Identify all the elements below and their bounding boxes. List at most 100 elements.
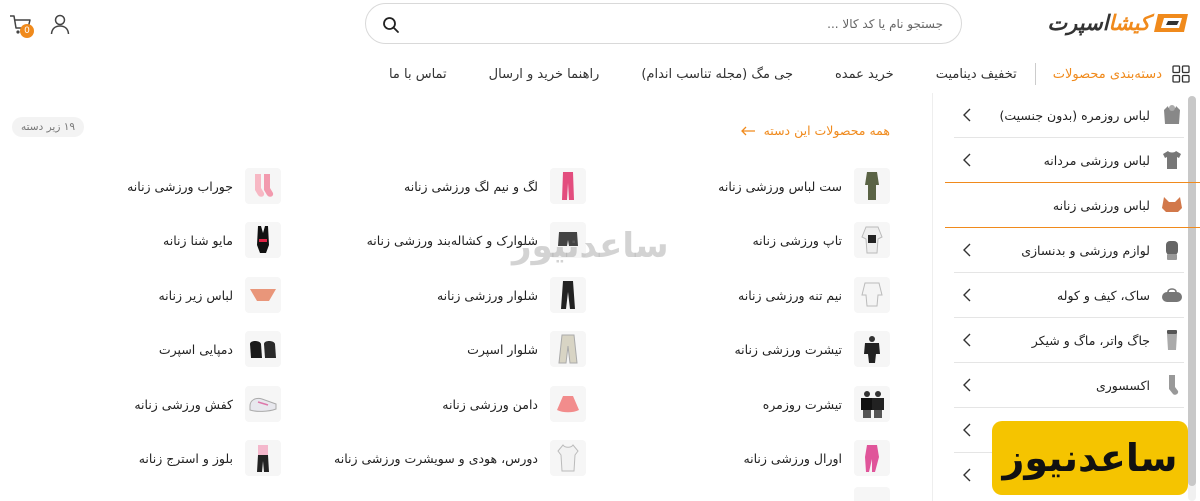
chevron-placeholder — [962, 198, 972, 212]
logo-text-rest: اسپرت — [1047, 11, 1109, 35]
subcategory-label: جوراب ورزشی زنانه — [127, 178, 233, 194]
arrow-left-icon — [740, 126, 755, 135]
product-thumbnail — [854, 440, 890, 476]
product-thumbnail — [854, 386, 890, 422]
subcategory-item[interactable]: دامن ورزشی زنانه — [442, 385, 586, 423]
sidebar-item-men[interactable]: لباس ورزشی مردانه — [954, 138, 1184, 182]
sports-bra-icon — [1160, 193, 1184, 217]
product-thumbnail — [854, 168, 890, 204]
sidebar-item-label: جاگ واتر، ماگ و شیکر — [1031, 332, 1150, 348]
site-logo[interactable]: کیشااسپرت — [1000, 8, 1190, 38]
subcategory-label: اورال ورزشی زنانه — [743, 450, 842, 466]
subcategory-label: ست لباس ورزشی زنانه — [718, 178, 842, 194]
product-thumbnail — [245, 168, 281, 204]
product-thumbnail — [550, 331, 586, 367]
subcategory-item[interactable]: تیشرت روزمره — [763, 385, 890, 423]
product-thumbnail — [245, 222, 281, 258]
subcategory-item[interactable]: دمپایی اسپرت — [159, 330, 281, 368]
subcategory-count-badge: ۱۹ زیر دسته — [12, 117, 85, 137]
product-thumbnail — [550, 168, 586, 204]
subcategory-item[interactable]: شلوار اسپرت — [467, 330, 586, 368]
glove-icon — [1160, 238, 1184, 262]
sidebar-item-label: لباس روزمره (بدون جنسیت) — [999, 107, 1150, 123]
product-thumbnail — [245, 331, 281, 367]
subcategory-item[interactable]: دورس، هودی و سویشرت ورزشی زنانه — [334, 439, 586, 477]
subcategory-item[interactable]: لگ و نیم لگ ورزشی زنانه — [404, 167, 586, 205]
tshirt-icon — [1160, 148, 1184, 172]
user-account-icon[interactable] — [49, 13, 71, 35]
subcategory-label: بلوز و استرج زنانه — [138, 450, 233, 466]
main-nav: دسته‌بندی محصولات تخفیف دینامیت خرید عمد… — [347, 62, 1190, 86]
watermark-logo-text: ساعدنیوز — [1002, 436, 1178, 480]
sidebar-item-shakers[interactable]: جاگ واتر، ماگ و شیکر — [954, 318, 1184, 362]
sidebar-item-label: ساک، کیف و کوله — [1056, 287, 1150, 303]
subcategory-item[interactable]: نیم تنه ورزشی زنانه — [738, 276, 890, 314]
hoodie-icon — [1160, 103, 1184, 127]
chevron-left-icon — [963, 333, 971, 347]
sidebar-item-label: لباس ورزشی زنانه — [1052, 197, 1150, 213]
search-bar[interactable] — [365, 3, 962, 44]
product-thumbnail — [550, 277, 586, 313]
subcategory-item[interactable] — [842, 486, 890, 501]
subcategory-label: شلوار ورزشی زنانه — [436, 287, 538, 303]
nav-link-jmag[interactable]: جی مگ (مجله تناسب اندام) — [641, 67, 793, 82]
product-thumbnail — [245, 277, 281, 313]
subcategory-item[interactable]: اورال ورزشی زنانه — [743, 439, 890, 477]
subcategory-label: کفش ورزشی زنانه — [134, 396, 233, 412]
sidebar-item-label: لوازم ورزشی و بدنسازی — [1021, 242, 1150, 258]
subcategory-label: تاپ ورزشی زنانه — [752, 232, 842, 248]
subcategory-item[interactable]: تیشرت ورزشی زنانه — [734, 330, 890, 368]
sidebar-item-women[interactable]: لباس ورزشی زنانه — [954, 183, 1184, 227]
chevron-left-icon — [963, 153, 971, 167]
search-input[interactable] — [423, 13, 943, 35]
subcategory-item[interactable]: کفش ورزشی زنانه — [134, 385, 281, 423]
chevron-left-icon — [963, 423, 971, 437]
cart-count-badge: 0 — [20, 24, 34, 38]
all-products-label: همه محصولات این دسته — [763, 123, 890, 138]
sock-icon — [1160, 373, 1184, 397]
subcategory-item[interactable]: مایو شنا زنانه — [163, 221, 281, 259]
chevron-left-icon — [963, 378, 971, 392]
product-thumbnail — [854, 222, 890, 258]
bag-icon — [1160, 283, 1184, 307]
nav-link-dynamite-discount[interactable]: تخفیف دینامیت — [936, 67, 1017, 82]
product-thumbnail — [245, 440, 281, 476]
subcategory-label: مایو شنا زنانه — [163, 232, 233, 248]
chevron-left-icon — [963, 468, 971, 482]
nav-categories[interactable]: دسته‌بندی محصولات — [1053, 67, 1162, 82]
all-products-link[interactable]: همه محصولات این دسته — [740, 123, 890, 138]
subcategory-item[interactable]: شلوار ورزشی زنانه — [437, 276, 586, 314]
subcategory-label: شلوار اسپرت — [467, 341, 538, 357]
sidebar-item-label: لباس ورزشی مردانه — [1043, 152, 1150, 168]
subcategory-label: لگ و نیم لگ ورزشی زنانه — [404, 178, 538, 194]
nav-link-wholesale[interactable]: خرید عمده — [835, 67, 894, 82]
logo-text-accent: کیشا — [1108, 11, 1151, 35]
search-icon[interactable] — [382, 16, 400, 34]
product-thumbnail — [550, 440, 586, 476]
shaker-icon — [1160, 328, 1184, 352]
sidebar-item-casual[interactable]: لباس روزمره (بدون جنسیت) — [954, 93, 1184, 137]
product-thumbnail — [550, 386, 586, 422]
grid-menu-icon[interactable] — [1172, 65, 1190, 83]
subcategory-item[interactable]: تاپ ورزشی زنانه — [752, 221, 890, 259]
sidebar-item-accessories[interactable]: اکسسوری — [954, 363, 1184, 407]
subcategory-item[interactable]: جوراب ورزشی زنانه — [127, 167, 281, 205]
subcategory-item[interactable]: بلوز و استرج زنانه — [139, 439, 281, 477]
nav-link-buying-guide[interactable]: راهنما خرید و ارسال — [489, 67, 600, 82]
subcategory-label: دورس، هودی و سویشرت ورزشی زنانه — [334, 450, 538, 466]
sidebar-item-bags[interactable]: ساک، کیف و کوله — [954, 273, 1184, 317]
chevron-left-icon — [963, 288, 971, 302]
sidebar-scrollbar[interactable] — [1188, 96, 1196, 501]
sidebar-item-label: اکسسوری — [1095, 377, 1150, 393]
product-thumbnail — [854, 331, 890, 367]
subcategory-label: تیشرت ورزشی زنانه — [734, 341, 842, 357]
sidebar-item-equipment[interactable]: لوازم ورزشی و بدنسازی — [954, 228, 1184, 272]
chevron-left-icon — [963, 108, 971, 122]
watermark-text: ساعدنیوز — [512, 226, 670, 266]
subcategory-item[interactable]: لباس زیر زنانه — [158, 276, 281, 314]
sidebar-scrollbar-thumb[interactable] — [1188, 96, 1196, 486]
nav-link-contact[interactable]: تماس با ما — [389, 67, 447, 82]
subcategory-item[interactable]: ست لباس ورزشی زنانه — [718, 167, 890, 205]
subcategory-label: تیشرت روزمره — [762, 396, 842, 412]
product-thumbnail — [854, 487, 890, 501]
